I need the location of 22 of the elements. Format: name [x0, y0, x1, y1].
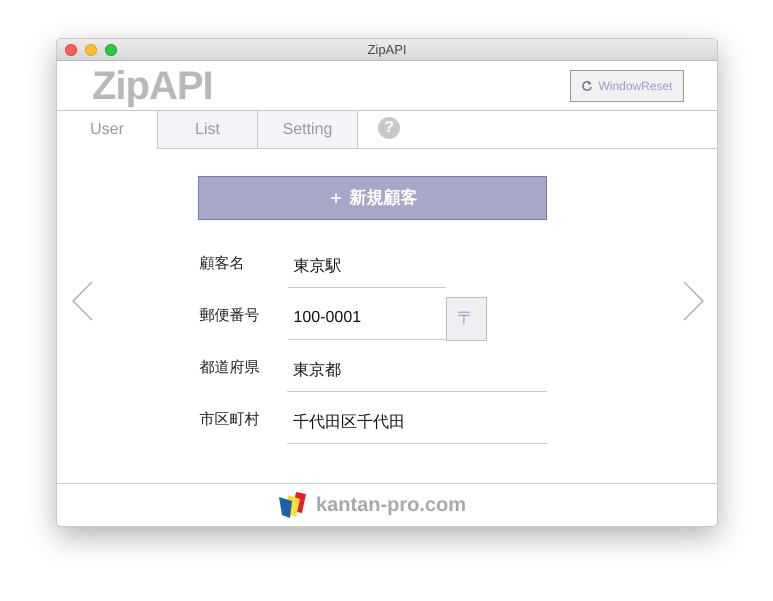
- new-customer-button[interactable]: ＋ 新規顧客: [198, 176, 547, 220]
- window-title: ZipAPI: [367, 40, 406, 59]
- tab[interactable]: List: [158, 111, 258, 148]
- refresh-icon: [581, 80, 594, 92]
- field-label: 市区町村: [198, 410, 260, 430]
- text-field[interactable]: 東京都: [287, 349, 546, 392]
- field-label: 顧客名: [198, 254, 246, 274]
- help-button[interactable]: ?: [378, 116, 400, 138]
- minimize-button[interactable]: [85, 44, 97, 56]
- tab[interactable]: Setting: [258, 111, 358, 148]
- tab[interactable]: User: [57, 111, 158, 149]
- field-label: 都道府県: [198, 358, 260, 378]
- brand-logo-text: kantan-pro.com: [316, 493, 466, 518]
- text-field[interactable]: 千代田区千代田: [287, 401, 546, 444]
- postal-lookup-button[interactable]: 〒: [446, 296, 486, 340]
- zoom-button[interactable]: [105, 44, 117, 56]
- app-logo: ZipAPI: [92, 66, 213, 106]
- field-label: 郵便番号: [198, 306, 260, 326]
- window-reset-button[interactable]: WindowReset: [570, 70, 684, 102]
- text-field[interactable]: 100-0001: [288, 297, 446, 340]
- close-button[interactable]: [65, 44, 77, 56]
- text-field[interactable]: 東京駅: [288, 245, 446, 288]
